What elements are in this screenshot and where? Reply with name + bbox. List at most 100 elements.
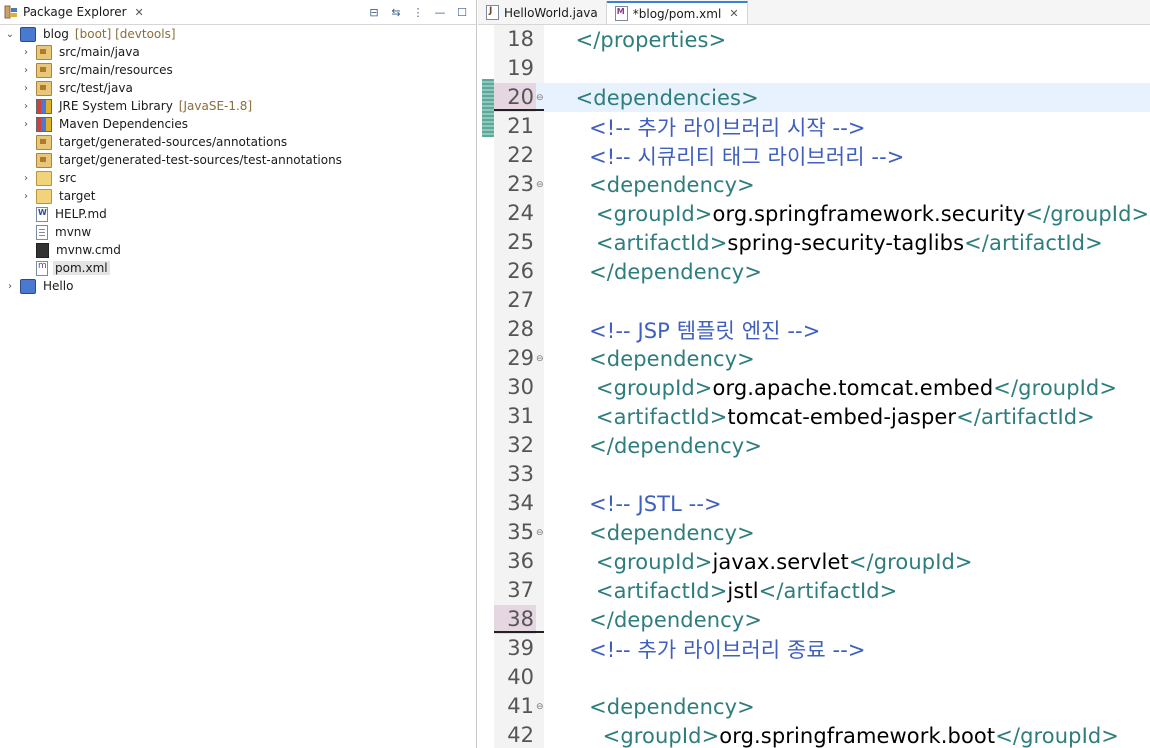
- xml-text: [562, 521, 589, 545]
- code-line[interactable]: 38 </dependency>: [494, 605, 1150, 634]
- library-icon: [36, 98, 52, 114]
- chevron-right-icon[interactable]: ›: [20, 46, 32, 58]
- code-line[interactable]: 34 <!-- JSTL -->: [494, 489, 1150, 518]
- chevron-right-icon[interactable]: ›: [20, 172, 32, 184]
- code-line[interactable]: 20 ⊖ <dependencies>: [494, 83, 1150, 112]
- close-icon[interactable]: ✕: [729, 7, 738, 20]
- line-number: 18: [507, 27, 534, 51]
- view-menu-icon[interactable]: ⋮: [410, 4, 426, 20]
- line-number: 35: [507, 520, 534, 544]
- code-editor[interactable]: 18 </properties> 19 20 ⊖ <dependencies> 21 <…: [478, 25, 1150, 748]
- tree-item-label: target/generated-test-sources/test-annot…: [59, 153, 342, 167]
- code-line[interactable]: 26 </dependency>: [494, 257, 1150, 286]
- tree-item-jre-system-library[interactable]: › JRE System Library [JavaSE-1.8]: [0, 97, 476, 115]
- code-line[interactable]: 18 </properties>: [494, 25, 1150, 54]
- tree-item-maven-dependencies[interactable]: › Maven Dependencies: [0, 115, 476, 133]
- tree-item-label: mvnw.cmd: [56, 243, 121, 257]
- code-line[interactable]: 31 <artifactId>tomcat-embed-jasper</arti…: [494, 402, 1150, 431]
- xml-text: org.springframework.security: [712, 201, 1026, 226]
- xml-comment: <!-- JSTL -->: [589, 491, 722, 516]
- code-line[interactable]: 42 <groupId>org.springframework.boot</gr…: [494, 721, 1150, 748]
- chevron-right-icon[interactable]: ›: [20, 100, 32, 112]
- xml-tag: </artifactId>: [758, 578, 898, 603]
- package-explorer-tab[interactable]: Package Explorer ✕: [0, 0, 150, 24]
- code-line[interactable]: 24 <groupId>org.springframework.security…: [494, 199, 1150, 228]
- collapse-all-icon[interactable]: ⊟: [366, 4, 382, 20]
- code-line[interactable]: 37 <artifactId>jstl</artifactId>: [494, 576, 1150, 605]
- maximize-icon[interactable]: ☐: [454, 4, 470, 20]
- xml-tag: </artifactId>: [964, 230, 1103, 255]
- tree-item-hello[interactable]: › Hello: [0, 277, 476, 295]
- xml-text: [562, 116, 589, 140]
- tree-item-label: src/main/resources: [59, 63, 173, 77]
- code-line[interactable]: 21 <!-- 추가 라이브러리 시작 -->: [494, 112, 1150, 141]
- fold-collapse-icon[interactable]: ⊖: [536, 180, 546, 190]
- code-line[interactable]: 27: [494, 286, 1150, 315]
- chevron-right-icon[interactable]: ›: [20, 64, 32, 76]
- code-line[interactable]: 39 <!-- 추가 라이브러리 종료 -->: [494, 634, 1150, 663]
- code-text: </dependency>: [546, 608, 762, 632]
- chevron-right-icon[interactable]: ›: [20, 82, 32, 94]
- source-folder-icon: [36, 44, 52, 60]
- fold-collapse-icon[interactable]: ⊖: [536, 528, 546, 538]
- tree-item-blog[interactable]: ⌄ blog [boot] [devtools]: [0, 25, 476, 43]
- code-line[interactable]: 41 ⊖ <dependency>: [494, 692, 1150, 721]
- tree-item-help-md[interactable]: › HELP.md: [0, 205, 476, 223]
- xml-tag: <dependencies>: [575, 85, 759, 110]
- line-number: 34: [507, 491, 534, 515]
- fold-collapse-icon[interactable]: ⊖: [536, 93, 546, 103]
- tab-helloworld-java[interactable]: HelloWorld.java: [478, 1, 607, 24]
- xml-text: [562, 86, 576, 110]
- xml-tag: <artifactId>: [595, 404, 728, 429]
- tree-item-pom-xml[interactable]: › pom.xml: [0, 259, 476, 277]
- minimize-icon[interactable]: —: [432, 4, 448, 20]
- tab-pom-xml[interactable]: *blog/pom.xml ✕: [606, 1, 748, 24]
- close-icon[interactable]: ✕: [135, 6, 144, 19]
- code-text: <groupId>org.springframework.boot</group…: [546, 724, 1119, 748]
- xml-text: [562, 579, 596, 603]
- tab-label: HelloWorld.java: [504, 5, 598, 20]
- tree-item-label: target/generated-sources/annotations: [59, 135, 288, 149]
- code-line[interactable]: 32 </dependency>: [494, 431, 1150, 460]
- code-line[interactable]: 28 <!-- JSP 템플릿 엔진 -->: [494, 315, 1150, 344]
- tree-item-src-main-java[interactable]: › src/main/java: [0, 43, 476, 61]
- chevron-down-icon[interactable]: ⌄: [4, 28, 16, 40]
- code-line[interactable]: 23 ⊖ <dependency>: [494, 170, 1150, 199]
- tree-item-mvnw-cmd[interactable]: › mvnw.cmd: [0, 241, 476, 259]
- tree-item-mvnw[interactable]: › mvnw: [0, 223, 476, 241]
- code-line[interactable]: 25 <artifactId>spring-security-taglibs</…: [494, 228, 1150, 257]
- tree-item-generated-sources[interactable]: › target/generated-sources/annotations: [0, 133, 476, 151]
- tree-item-generated-test-sources[interactable]: › target/generated-test-sources/test-ann…: [0, 151, 476, 169]
- xml-text: [562, 638, 589, 662]
- chevron-right-icon[interactable]: ›: [20, 118, 32, 130]
- code-line[interactable]: 30 <groupId>org.apache.tomcat.embed</gro…: [494, 373, 1150, 402]
- code-line[interactable]: 19: [494, 54, 1150, 83]
- tree-item-label: src/main/java: [59, 45, 140, 59]
- chevron-right-icon[interactable]: ›: [20, 190, 32, 202]
- link-with-editor-icon[interactable]: ⇆: [388, 4, 404, 20]
- xml-tag: </groupId>: [1025, 201, 1150, 226]
- source-folder-icon: [36, 80, 52, 96]
- code-line[interactable]: 35 ⊖ <dependency>: [494, 518, 1150, 547]
- xml-tag: </dependency>: [589, 607, 763, 632]
- line-number: 30: [507, 375, 534, 399]
- code-line[interactable]: 40: [494, 663, 1150, 692]
- fold-collapse-icon[interactable]: ⊖: [536, 702, 546, 712]
- xml-tag: </groupId>: [993, 375, 1118, 400]
- tree-item-target[interactable]: › target: [0, 187, 476, 205]
- code-line[interactable]: 29 ⊖ <dependency>: [494, 344, 1150, 373]
- code-line[interactable]: 22 <!-- 시큐리티 태그 라이브러리 -->: [494, 141, 1150, 170]
- xml-tag: </groupId>: [848, 549, 973, 574]
- tree-item-src-main-resources[interactable]: › src/main/resources: [0, 61, 476, 79]
- line-number: 40: [507, 665, 534, 689]
- fold-collapse-icon[interactable]: ⊖: [536, 354, 546, 364]
- code-text: <!-- 시큐리티 태그 라이브러리 -->: [546, 141, 904, 171]
- xml-text: [562, 260, 589, 284]
- chevron-right-icon[interactable]: ›: [4, 280, 16, 292]
- code-line[interactable]: 33: [494, 460, 1150, 489]
- code-line[interactable]: 36 <groupId>javax.servlet</groupId>: [494, 547, 1150, 576]
- code-text: <!-- 추가 라이브러리 시작 -->: [546, 112, 866, 142]
- tree-item-src[interactable]: › src: [0, 169, 476, 187]
- xml-tag: <dependency>: [589, 172, 755, 197]
- tree-item-src-test-java[interactable]: › src/test/java: [0, 79, 476, 97]
